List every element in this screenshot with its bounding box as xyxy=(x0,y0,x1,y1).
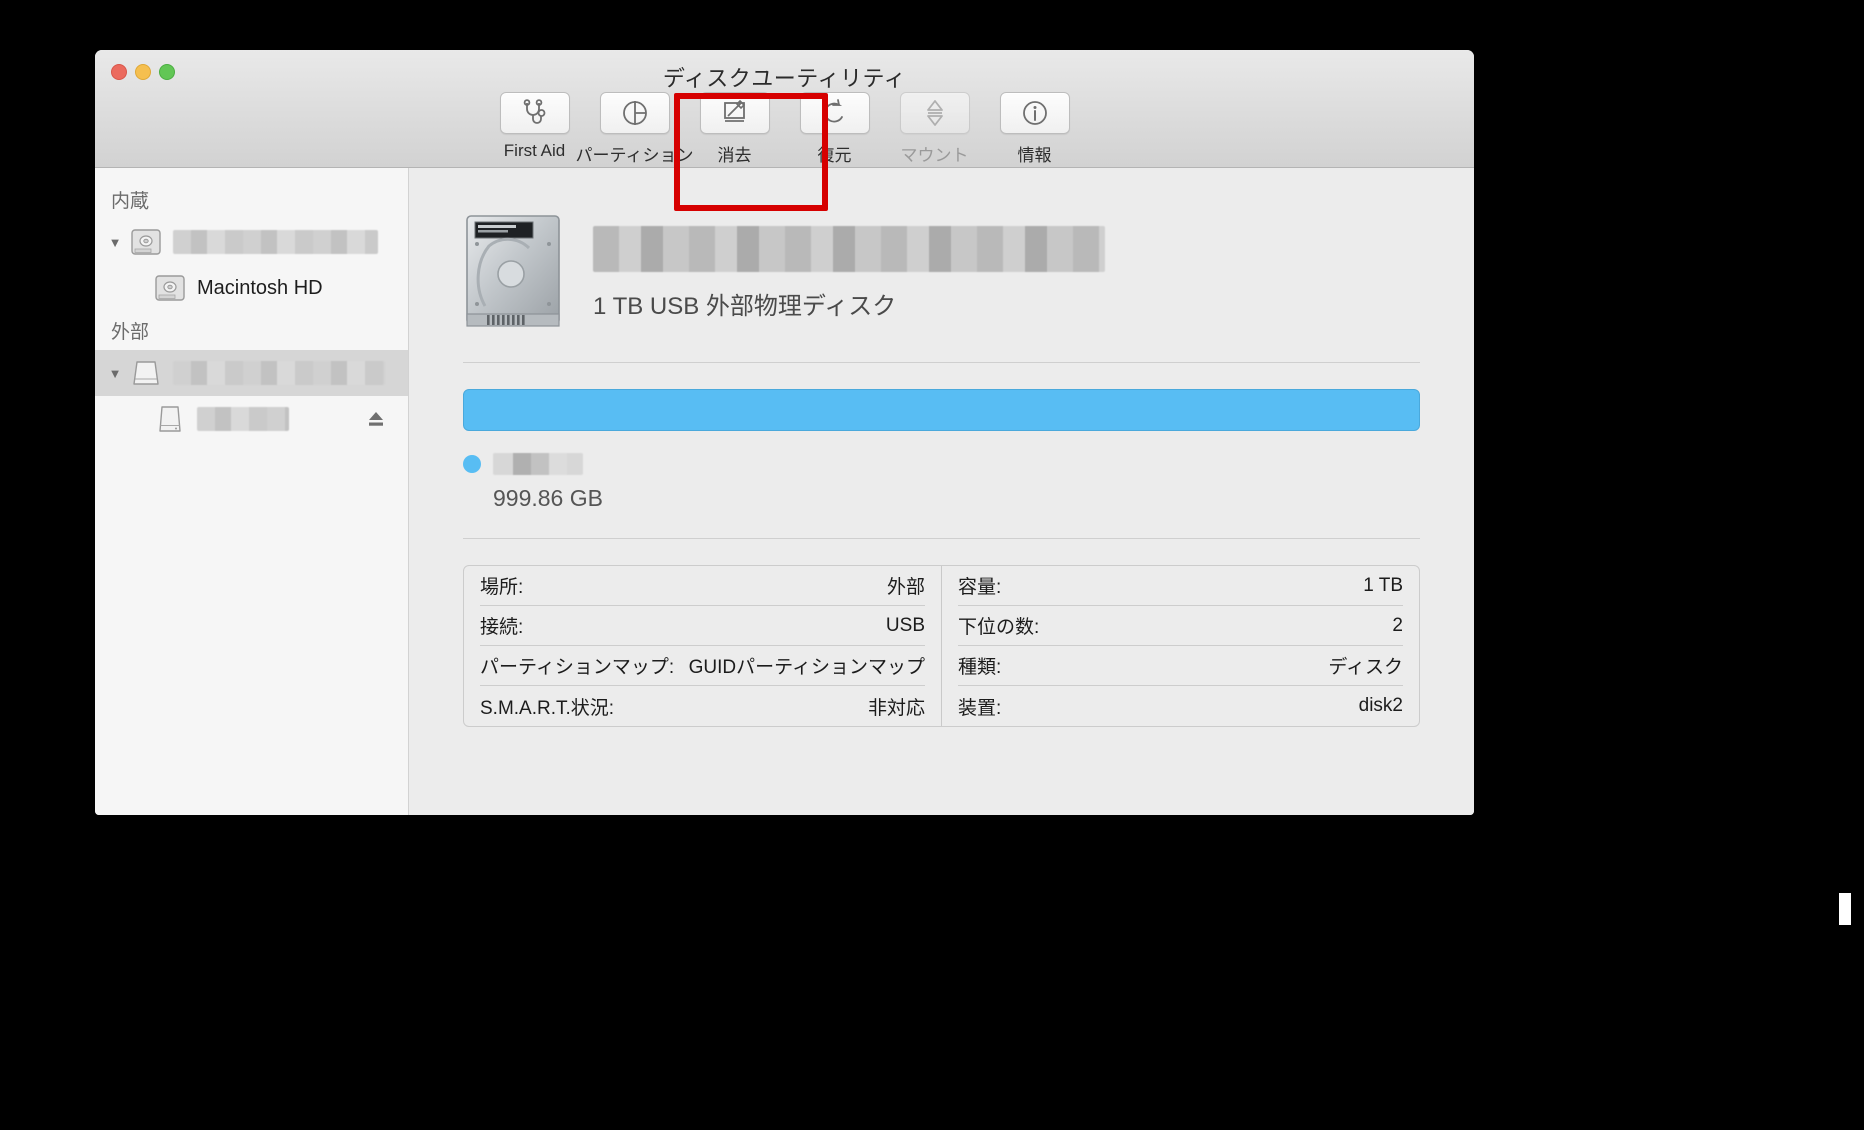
capacity-legend: 999.86 GB xyxy=(463,453,1420,512)
info-column-left: 場所: 外部 接続: USB パーティションマップ: GUIDパーティションマッ… xyxy=(464,566,942,726)
internal-disk-icon xyxy=(131,229,161,255)
info-row-device: 装置: disk2 xyxy=(958,686,1403,726)
sidebar-item-macintosh-hd[interactable]: Macintosh HD xyxy=(95,265,408,311)
toolbar: First Aid パーティション 消去 復元 マウント 情報 xyxy=(95,92,1474,166)
divider-bottom xyxy=(463,538,1420,539)
window-titlebar: ディスクユーティリティ First Aid パーティション 消去 復元 マウント… xyxy=(95,50,1474,168)
window-title: ディスクユーティリティ xyxy=(662,66,907,91)
info-value: ディスク xyxy=(1328,657,1403,678)
divider-top xyxy=(463,362,1420,363)
info-value: 非対応 xyxy=(867,697,925,719)
info-key: 容量: xyxy=(958,577,1002,598)
erase-button[interactable] xyxy=(699,92,770,134)
toolbar-label: First Aid xyxy=(503,141,566,160)
info-key: 装置: xyxy=(958,697,1002,719)
mount-icon xyxy=(926,100,943,126)
first-aid-button[interactable] xyxy=(499,92,570,134)
eject-icon[interactable] xyxy=(366,409,386,429)
disclosure-triangle-icon[interactable]: ▼ xyxy=(105,235,125,250)
toolbar-label: 復元 xyxy=(817,146,852,165)
sidebar-section-external-header: 外部 xyxy=(111,322,150,343)
info-row-connection: 接続: USB xyxy=(480,606,925,646)
toolbar-item-mount[interactable]: マウント xyxy=(891,92,979,166)
capacity-bar[interactable] xyxy=(463,389,1420,431)
legend-size: 999.86 GB xyxy=(493,485,603,511)
info-value: 1 TB xyxy=(1363,574,1403,596)
legend-volume-name-redacted xyxy=(493,453,583,475)
disk-text: 1 TB USB 外部物理ディスク xyxy=(593,225,1105,321)
info-column-right: 容量: 1 TB 下位の数: 2 種類: ディスク 装置: disk2 xyxy=(942,566,1419,726)
erase-icon xyxy=(723,99,745,122)
sidebar-item-label-redacted xyxy=(173,230,378,254)
toolbar-item-erase[interactable]: 消去 xyxy=(691,92,779,166)
info-value: 外部 xyxy=(886,577,925,598)
info-key: 場所: xyxy=(480,577,524,598)
main-panel: 1 TB USB 外部物理ディスク 999.86 GB 場所: 外部 接続: U… xyxy=(409,168,1474,815)
sidebar: 内蔵 ▼ Macintosh HD 外部 ▼ xyxy=(95,168,409,815)
info-value: disk2 xyxy=(1358,695,1403,716)
sidebar-item-label-redacted xyxy=(173,361,385,385)
disk-name-redacted xyxy=(593,225,1105,272)
info-key: 接続: xyxy=(480,617,524,638)
toolbar-label: マウント xyxy=(900,146,969,165)
toolbar-label: 情報 xyxy=(1017,146,1052,165)
external-disk-icon xyxy=(133,361,159,385)
toolbar-label: パーティション xyxy=(575,146,694,165)
restore-icon xyxy=(823,99,843,123)
sidebar-item-external-volume[interactable] xyxy=(95,396,408,442)
disk-header: 1 TB USB 外部物理ディスク xyxy=(463,210,1420,336)
sidebar-item-internal-disk[interactable]: ▼ xyxy=(95,219,408,265)
sidebar-section-internal-header: 内蔵 xyxy=(111,191,150,212)
window-body: 内蔵 ▼ Macintosh HD 外部 ▼ 1 TB USB 外部物理ディスク… xyxy=(95,168,1474,815)
toolbar-item-restore[interactable]: 復元 xyxy=(791,92,879,166)
sidebar-item-label: Macintosh HD xyxy=(197,276,323,299)
info-key: パーティションマップ: xyxy=(480,657,675,678)
disk-subtitle: 1 TB USB 外部物理ディスク xyxy=(593,292,897,320)
disk-info-table: 場所: 外部 接続: USB パーティションマップ: GUIDパーティションマッ… xyxy=(463,565,1420,727)
hard-drive-image-icon xyxy=(466,215,560,327)
disk-utility-window: ディスクユーティリティ First Aid パーティション 消去 復元 マウント… xyxy=(95,50,1474,815)
toolbar-item-info[interactable]: 情報 xyxy=(991,92,1079,166)
info-value: 2 xyxy=(1392,614,1403,636)
toolbar-item-partition[interactable]: パーティション xyxy=(576,92,694,166)
toolbar-item-first-aid[interactable]: First Aid xyxy=(491,92,579,161)
disclosure-triangle-icon[interactable]: ▼ xyxy=(105,366,125,381)
info-row-partition-map: パーティションマップ: GUIDパーティションマップ xyxy=(480,646,925,686)
info-button[interactable] xyxy=(999,92,1070,134)
corner-marker xyxy=(1839,893,1851,925)
sidebar-item-label-redacted xyxy=(197,407,289,431)
restore-button[interactable] xyxy=(799,92,870,134)
pie-chart-icon xyxy=(622,101,647,125)
mount-button[interactable] xyxy=(899,92,970,134)
partition-button[interactable] xyxy=(599,92,670,134)
sidebar-item-external-disk[interactable]: ▼ xyxy=(95,350,408,396)
legend-color-dot-icon xyxy=(463,455,481,473)
info-key: S.M.A.R.T.状況: xyxy=(480,697,615,719)
legend-item xyxy=(463,453,1420,475)
screen: ディスクユーティリティ First Aid パーティション 消去 復元 マウント… xyxy=(0,0,1864,1130)
info-icon xyxy=(1022,101,1047,125)
info-value: USB xyxy=(885,614,925,636)
toolbar-label: 消去 xyxy=(717,146,752,165)
info-row-location: 場所: 外部 xyxy=(480,566,925,606)
stethoscope-icon xyxy=(523,99,545,124)
external-volume-icon xyxy=(159,406,181,432)
info-key: 種類: xyxy=(958,657,1002,678)
info-key: 下位の数: xyxy=(958,617,1040,638)
info-row-type: 種類: ディスク xyxy=(958,646,1403,686)
info-row-smart-status: S.M.A.R.T.状況: 非対応 xyxy=(480,686,925,726)
info-value: GUIDパーティションマップ xyxy=(688,657,925,678)
info-row-capacity: 容量: 1 TB xyxy=(958,566,1403,606)
info-row-child-count: 下位の数: 2 xyxy=(958,606,1403,646)
internal-disk-icon xyxy=(155,275,185,301)
